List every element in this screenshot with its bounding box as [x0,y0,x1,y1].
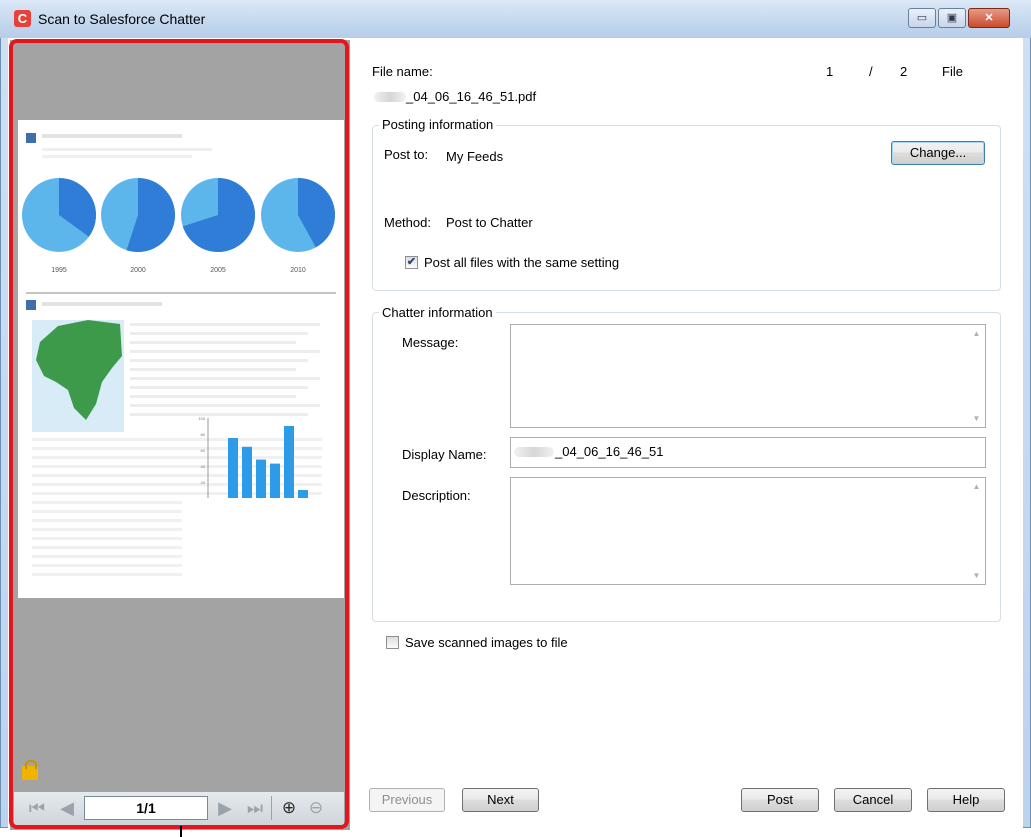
description-scrollbar[interactable]: ▲ ▼ [968,478,985,584]
scanned-page-thumbnail: 1995 2000 2005 2010 100 80 60 40 20 [18,120,344,598]
file-total: 2 [900,64,908,79]
thumbnail-text-line [32,537,182,540]
scroll-down-icon[interactable]: ▼ [968,567,985,584]
chatter-information-title: Chatter information [379,305,496,320]
thumbnail-text-line [130,386,308,389]
scroll-up-icon[interactable]: ▲ [968,325,985,342]
file-name-redaction [374,92,406,102]
thumbnail-pie-year: 2000 [130,267,146,274]
file-index: 1 [826,64,834,79]
next-page-icon[interactable]: ▶ [214,796,236,820]
method-value: Post to Chatter [446,215,533,230]
maximize-button[interactable]: ▣ [938,8,966,28]
thumbnail-text-line [130,413,308,416]
thumbnail-bar [298,490,308,498]
thumbnail-text-line [32,447,322,450]
thumbnail-pie-year: 2010 [290,267,306,274]
thumbnail-text-line [32,501,182,504]
scroll-down-icon[interactable]: ▼ [968,410,985,427]
change-button[interactable]: Change... [891,141,985,165]
help-button[interactable]: Help [927,788,1005,812]
page-number-field[interactable]: 1/1 [84,796,208,820]
thumbnail-text-line [130,350,320,353]
thumbnail-bar [284,426,294,498]
message-scrollbar[interactable]: ▲ ▼ [968,325,985,427]
file-name-value: _04_06_16_46_51.pdf [406,89,537,104]
minimize-button[interactable]: ▭ [908,8,936,28]
thumbnail-text-line [130,395,296,398]
close-button[interactable]: ✕ [968,8,1010,28]
post-to-value: My Feeds [446,149,504,164]
thumbnail-text-line [130,359,308,362]
thumbnail-pie-year: 2005 [210,267,226,274]
thumbnail-text-line [130,323,320,326]
message-label: Message: [402,335,459,350]
post-to-label: Post to: [384,147,429,162]
thumbnail-bar [256,459,266,498]
callout-line [180,826,182,837]
app-icon: C [14,10,31,27]
thumbnail-text-line [32,546,182,549]
thumbnail-text-line [32,510,182,513]
file-unit: File [942,64,963,79]
thumbnail-text-line [32,564,182,567]
thumbnail-text-line [130,332,308,335]
zoom-out-icon[interactable]: ⊖ [305,796,327,820]
thumbnail-bar-tick: 20 [201,480,206,485]
last-page-icon[interactable]: ⏭ [244,796,266,820]
zoom-in-icon[interactable]: ⊕ [278,796,300,820]
thumbnail-bar [228,438,238,498]
thumbnail-text-line [32,528,182,531]
first-page-icon[interactable]: ⏮ [26,796,48,820]
scroll-up-icon[interactable]: ▲ [968,478,985,495]
thumbnail-text-line [130,404,320,407]
thumbnail-pie-year: 1995 [51,267,67,274]
same-setting-checkbox[interactable]: ✔ [405,256,418,269]
display-name-redaction [514,447,554,457]
next-button[interactable]: Next [462,788,539,812]
thumbnail-text-line [32,438,322,441]
thumbnail-bar-tick: 60 [201,448,206,453]
display-name-input[interactable]: _04_06_16_46_51 [510,437,986,468]
save-images-checkbox[interactable] [386,636,399,649]
thumbnail-bar [242,446,252,498]
thumbnail-bar-tick: 100 [198,416,205,421]
thumbnail-bar [270,463,280,498]
window-title: Scan to Salesforce Chatter [38,11,206,27]
page-thumbnail-graphic: 1995 2000 2005 2010 100 80 60 40 20 [22,133,336,576]
description-label: Description: [402,488,471,503]
previous-page-icon[interactable]: ◀ [56,796,78,820]
file-name-label: File name: [372,64,433,79]
thumbnail-text-line [130,341,296,344]
thumbnail-text-line [32,555,182,558]
thumbnail-text-line [130,368,296,371]
cancel-button[interactable]: Cancel [834,788,912,812]
posting-information-title: Posting information [379,117,497,132]
save-images-label[interactable]: Save scanned images to file [405,635,568,650]
title-bar: C Scan to Salesforce Chatter ▭ ▣ ✕ [0,0,1031,38]
thumbnail-text-line [32,519,182,522]
display-name-label: Display Name: [402,447,487,462]
previous-button[interactable]: Previous [369,788,445,812]
thumbnail-text-line [32,573,182,576]
method-label: Method: [384,215,431,230]
lock-icon [22,760,38,780]
thumbnail-text-line [130,377,320,380]
same-setting-label[interactable]: Post all files with the same setting [424,255,619,270]
thumbnail-text-line [32,456,322,459]
nav-separator [271,796,272,820]
file-index-separator: / [869,64,873,79]
thumbnail-bar-tick: 80 [201,432,206,437]
message-textarea[interactable]: ▲ ▼ [510,324,986,428]
description-textarea[interactable]: ▲ ▼ [510,477,986,585]
post-button[interactable]: Post [741,788,819,812]
thumbnail-bar-tick: 40 [201,464,206,469]
